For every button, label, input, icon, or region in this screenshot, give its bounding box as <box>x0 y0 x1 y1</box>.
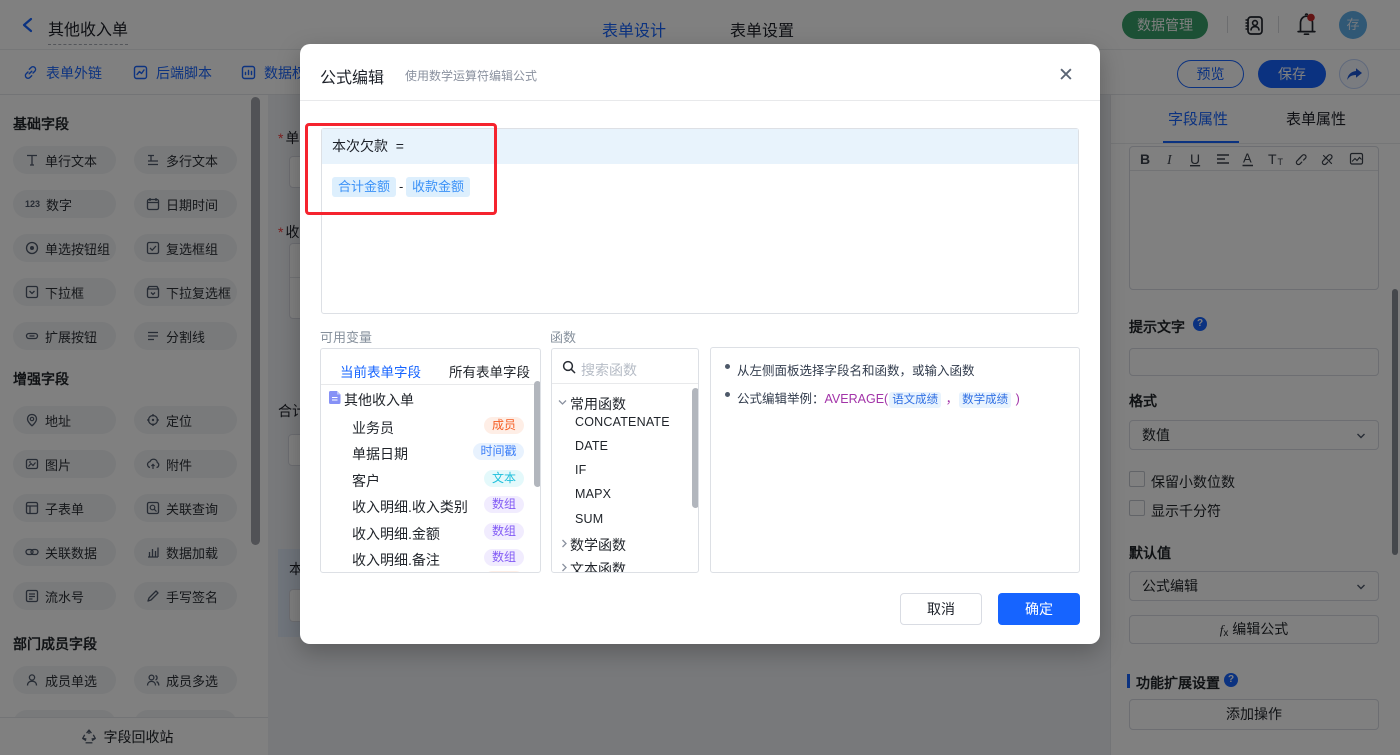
svg-text:I: I <box>1166 153 1173 168</box>
svg-text:B: B <box>1140 151 1150 167</box>
svg-text:A: A <box>1243 151 1252 166</box>
svg-text:T: T <box>1278 157 1284 167</box>
svg-text:U: U <box>1190 151 1200 167</box>
svg-text:T: T <box>1268 151 1277 167</box>
